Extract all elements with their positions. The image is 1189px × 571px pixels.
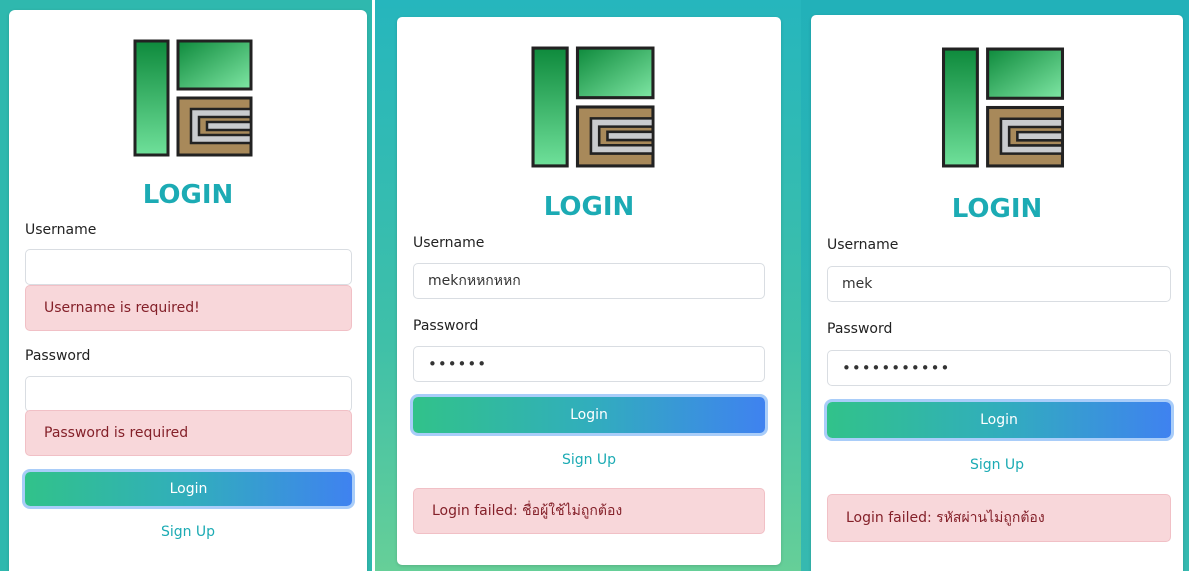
username-label: Username	[25, 222, 97, 238]
company-logo-icon	[529, 46, 657, 168]
password-input[interactable]: •••••••••••	[827, 350, 1171, 386]
username-label: Username	[413, 235, 485, 251]
password-label: Password	[25, 348, 91, 364]
login-screen-validation: LOGIN Username Username is required! Pas…	[0, 0, 372, 571]
page-title: LOGIN	[543, 192, 635, 222]
login-button[interactable]: Login	[413, 397, 765, 433]
username-input[interactable]	[25, 249, 352, 285]
username-error-text: Username is required!	[44, 300, 200, 316]
password-input[interactable]	[25, 376, 352, 412]
login-error-text: Login failed: ชื่อผู้ใช้ไม่ถูกต้อง	[432, 503, 623, 519]
login-card: LOGIN Username mekกหหกหหก Password •••••…	[397, 17, 781, 565]
username-error-alert: Username is required!	[25, 285, 352, 331]
username-input[interactable]: mek	[827, 266, 1171, 302]
login-screen-username-failed: LOGIN Username mekกหหกหหก Password •••••…	[375, 0, 801, 571]
signup-link[interactable]: Sign Up	[9, 524, 367, 540]
username-input-value: mekกหหกหหก	[428, 273, 521, 289]
company-logo-icon	[941, 47, 1065, 168]
login-error-alert: Login failed: ชื่อผู้ใช้ไม่ถูกต้อง	[413, 488, 765, 534]
password-input[interactable]: ••••••	[413, 346, 765, 382]
login-button[interactable]: Login	[827, 402, 1171, 438]
signup-link[interactable]: Sign Up	[397, 452, 781, 468]
password-error-text: Password is required	[44, 425, 189, 441]
company-logo-icon	[133, 39, 253, 157]
login-error-alert: Login failed: รหัสผ่านไม่ถูกต้อง	[827, 494, 1171, 542]
password-input-value: •••••••••••	[842, 359, 951, 377]
username-input-value: mek	[842, 276, 873, 292]
username-input[interactable]: mekกหหกหหก	[413, 263, 765, 299]
page-title: LOGIN	[951, 194, 1043, 224]
username-label: Username	[827, 237, 899, 253]
password-label: Password	[413, 318, 479, 334]
login-button[interactable]: Login	[25, 472, 352, 506]
password-label: Password	[827, 321, 893, 337]
login-error-text: Login failed: รหัสผ่านไม่ถูกต้อง	[846, 510, 1045, 526]
login-card: LOGIN Username Username is required! Pas…	[9, 10, 367, 571]
signup-link[interactable]: Sign Up	[811, 457, 1183, 473]
login-card: LOGIN Username mek Password ••••••••••• …	[811, 15, 1183, 571]
page-title: LOGIN	[142, 180, 234, 210]
login-screen-password-failed: LOGIN Username mek Password ••••••••••• …	[801, 0, 1189, 571]
password-error-alert: Password is required	[25, 410, 352, 456]
password-input-value: ••••••	[428, 355, 488, 373]
